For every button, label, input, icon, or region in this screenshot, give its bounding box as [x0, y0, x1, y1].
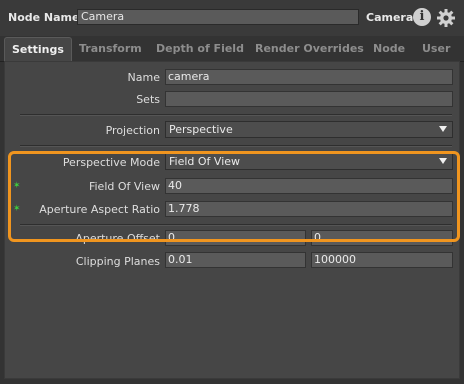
- tab-settings[interactable]: Settings: [4, 37, 72, 61]
- field-of-view-label: Field Of View: [88, 180, 160, 193]
- tab-transform[interactable]: Transform: [79, 42, 142, 55]
- modified-star-icon: ✶: [13, 181, 21, 191]
- tab-depth-of-field[interactable]: Depth of Field: [156, 42, 244, 55]
- sets-label: Sets: [136, 93, 160, 106]
- sets-field[interactable]: [165, 91, 453, 107]
- projection-label: Projection: [105, 124, 160, 137]
- name-label: Name: [127, 71, 160, 84]
- node-type-label: Camera: [366, 11, 414, 24]
- aperture-offset-y-field[interactable]: 0: [311, 230, 453, 246]
- section-divider: [20, 114, 452, 116]
- section-divider: [20, 145, 452, 147]
- field-of-view-field[interactable]: 40: [165, 178, 453, 194]
- chevron-down-icon: [439, 158, 447, 164]
- clipping-planes-label: Clipping Planes: [75, 255, 160, 268]
- section-divider: [20, 224, 452, 226]
- node-name-label: Node Name: [8, 11, 80, 24]
- perspective-mode-dropdown[interactable]: Field Of View: [165, 153, 453, 170]
- perspective-mode-value: Field Of View: [169, 155, 241, 168]
- clipping-near-field[interactable]: 0.01: [165, 252, 306, 268]
- node-header: Node Name Camera Camera i: [0, 0, 464, 36]
- aperture-offset-x-field[interactable]: 0: [165, 230, 306, 246]
- name-field[interactable]: camera: [165, 69, 453, 85]
- perspective-mode-label: Perspective Mode: [62, 156, 160, 169]
- gear-icon[interactable]: [436, 8, 456, 28]
- tab-user[interactable]: User: [422, 42, 450, 55]
- projection-value: Perspective: [169, 123, 233, 136]
- node-name-input[interactable]: Camera: [77, 9, 359, 25]
- projection-dropdown[interactable]: Perspective: [165, 121, 453, 138]
- aperture-offset-label: Aperture Offset: [75, 232, 160, 245]
- info-icon[interactable]: i: [413, 8, 431, 26]
- aperture-aspect-ratio-field[interactable]: 1.778: [165, 201, 453, 217]
- tab-bar: Settings Transform Depth of Field Render…: [0, 37, 464, 62]
- tab-render-overrides[interactable]: Render Overrides: [255, 42, 364, 55]
- chevron-down-icon: [439, 126, 447, 132]
- aperture-aspect-ratio-label: Aperture Aspect Ratio: [39, 203, 160, 216]
- modified-star-icon: ✶: [13, 204, 21, 214]
- settings-panel: [4, 61, 460, 379]
- clipping-far-field[interactable]: 100000: [311, 252, 453, 268]
- tab-node[interactable]: Node: [373, 42, 405, 55]
